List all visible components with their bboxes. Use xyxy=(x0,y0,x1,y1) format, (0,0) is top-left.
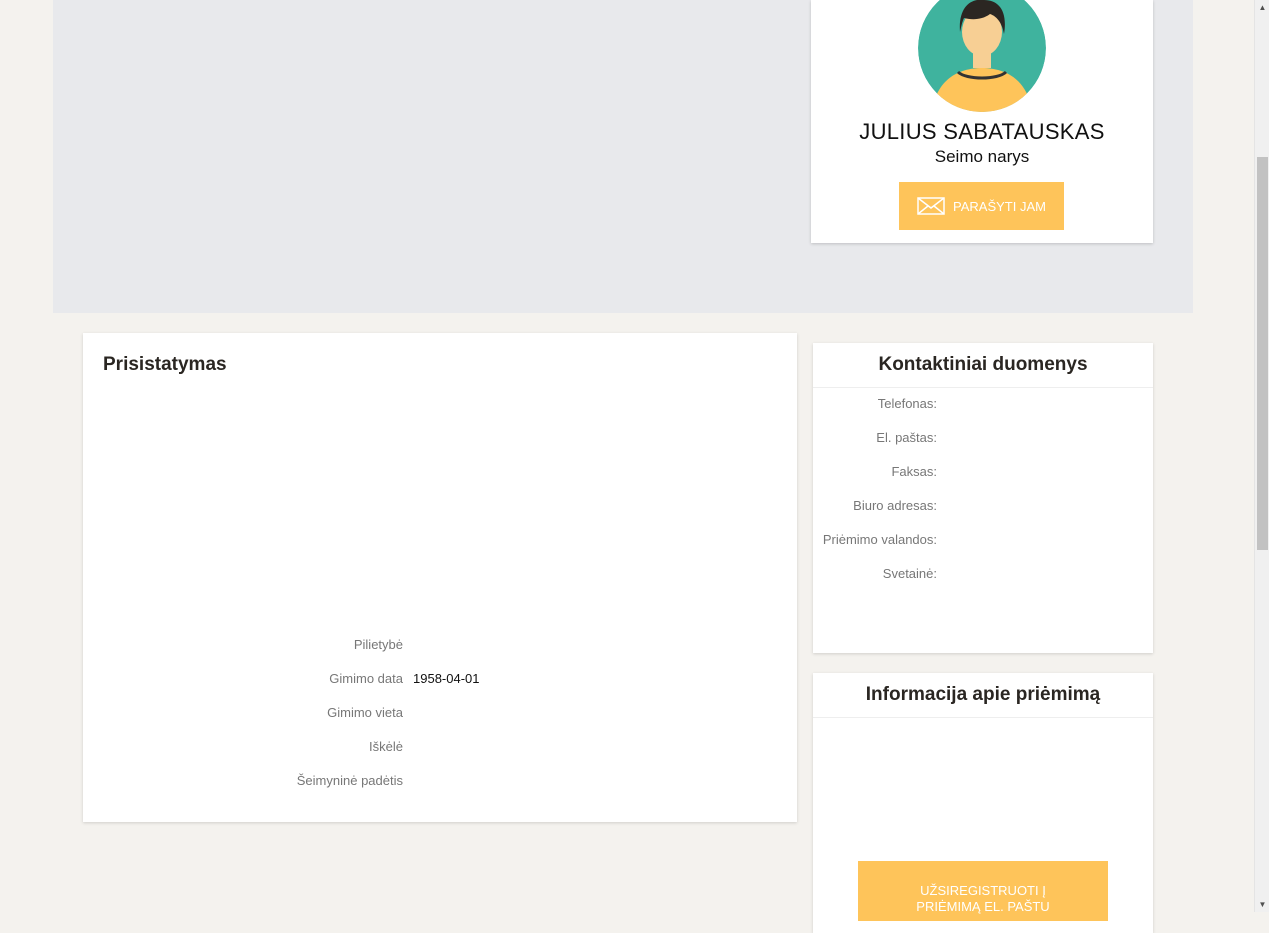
contact-row: Biuro adresas: xyxy=(813,498,1153,532)
contact-row: Telefonas: xyxy=(813,396,1153,430)
intro-title: Prisistatymas xyxy=(103,354,227,375)
contact-row: Faksas: xyxy=(813,464,1153,498)
reception-card: Informacija apie priėmimą UŽSIREGISTRUOT… xyxy=(813,673,1153,933)
detail-label: Šeimyninė padėtis xyxy=(296,773,403,788)
contact-row: Svetainė: xyxy=(813,566,1153,600)
scroll-thumb[interactable] xyxy=(1257,157,1268,550)
write-message-button[interactable]: PARAŠYTI JAM xyxy=(899,182,1064,230)
profile-role: Seimo narys xyxy=(934,147,1030,166)
details-list: Pilietybė Gimimo data 1958-04-01 Gimimo … xyxy=(83,637,797,807)
envelope-icon xyxy=(917,197,945,215)
detail-row: Šeimyninė padėtis xyxy=(83,773,797,807)
reception-header: Informacija apie priėmimą xyxy=(813,673,1153,718)
detail-label: Iškėlė xyxy=(369,739,403,754)
contact-row: Priėmimo valandos: xyxy=(813,532,1153,566)
person-avatar-icon xyxy=(918,0,1046,112)
intro-card: Prisistatymas Pilietybė Gimimo data 1958… xyxy=(83,333,797,822)
detail-row: Iškėlė xyxy=(83,739,797,773)
reception-title: Informacija apie priėmimą xyxy=(865,684,1101,705)
contact-title: Kontaktiniai duomenys xyxy=(878,354,1088,375)
write-button-label: PARAŠYTI JAM xyxy=(953,198,1046,214)
profile-card: JULIUS SABATAUSKAS Seimo narys PARAŠYTI … xyxy=(811,0,1153,243)
contact-card: Kontaktiniai duomenys Telefonas: El. paš… xyxy=(813,343,1153,653)
contact-label: El. paštas: xyxy=(876,430,937,445)
contact-list: Telefonas: El. paštas: Faksas: Biuro adr… xyxy=(813,388,1153,600)
scrollbar[interactable]: ▲ ▼ xyxy=(1254,0,1269,912)
profile-name: JULIUS SABATAUSKAS xyxy=(859,119,1105,144)
detail-value: 1958-04-01 xyxy=(413,671,480,686)
register-by-email-button[interactable]: UŽSIREGISTRUOTI Į PRIĖMIMĄ EL. PAŠTU xyxy=(858,861,1108,921)
avatar xyxy=(918,0,1046,112)
detail-row: Pilietybė xyxy=(83,637,797,671)
detail-row: Gimimo vieta xyxy=(83,705,797,739)
contact-label: Svetainė: xyxy=(882,566,937,581)
detail-label: Gimimo data xyxy=(329,671,403,686)
scroll-up-arrow-icon[interactable]: ▲ xyxy=(1255,0,1269,15)
scroll-down-arrow-icon[interactable]: ▼ xyxy=(1255,897,1269,912)
detail-row: Gimimo data 1958-04-01 xyxy=(83,671,797,705)
contact-label: Telefonas: xyxy=(877,396,937,411)
contact-label: Priėmimo valandos: xyxy=(822,532,937,547)
detail-label: Pilietybė xyxy=(353,637,403,652)
contact-label: Biuro adresas: xyxy=(853,498,937,513)
contact-label: Faksas: xyxy=(891,464,937,479)
contact-row: El. paštas: xyxy=(813,430,1153,464)
detail-label: Gimimo vieta xyxy=(327,705,403,720)
contact-header: Kontaktiniai duomenys xyxy=(813,343,1153,388)
